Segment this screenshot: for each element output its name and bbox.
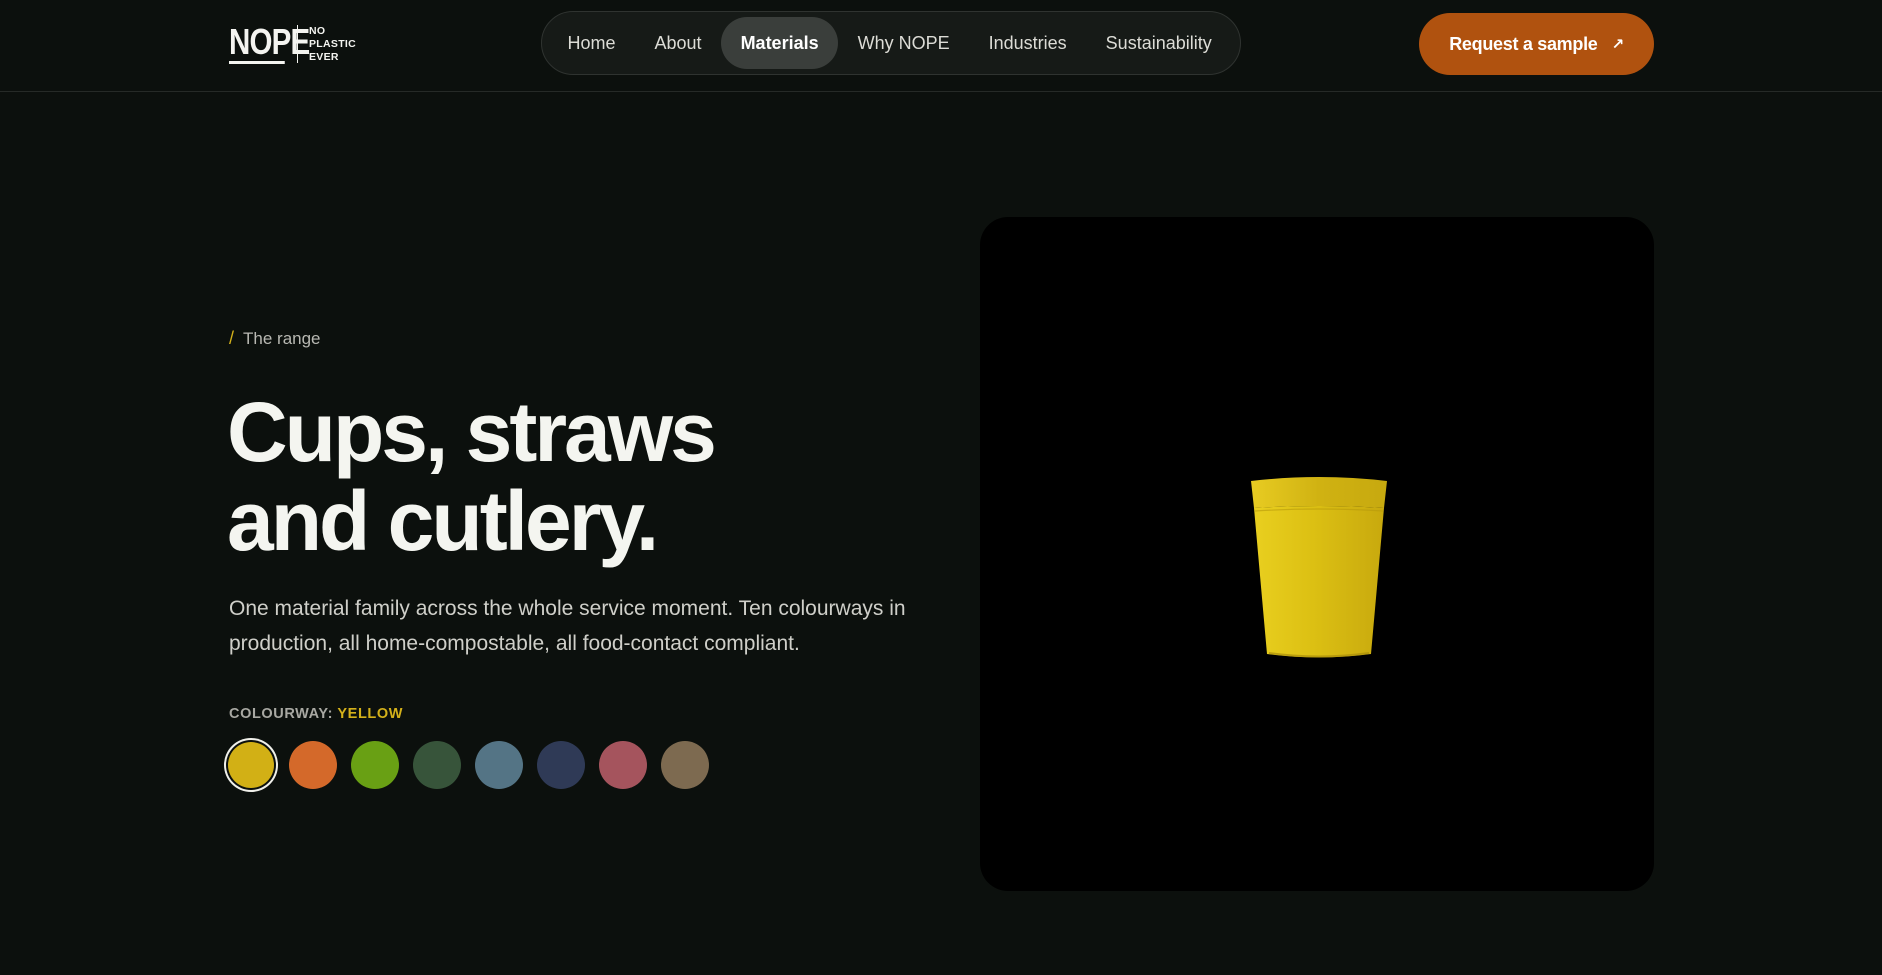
section-eyebrow: / The range — [229, 328, 321, 349]
swatch-orange[interactable] — [289, 741, 337, 789]
colourway-label-text: COLOURWAY: — [229, 706, 334, 722]
page: NOPE NO PLASTIC EVER Home About Material… — [0, 0, 1882, 975]
nav-item-materials[interactable]: Materials — [721, 17, 839, 69]
nav-item-about[interactable]: About — [635, 17, 721, 69]
request-sample-label: Request a sample — [1449, 33, 1598, 54]
yellow-cup-image — [1251, 477, 1387, 658]
swatch-forest[interactable] — [413, 741, 461, 789]
page-title: Cups, straws and cutlery. — [227, 388, 927, 566]
nav-item-industries[interactable]: Industries — [969, 17, 1086, 69]
request-sample-button[interactable]: Request a sample ↗ — [1419, 13, 1654, 75]
site-header: NOPE NO PLASTIC EVER Home About Material… — [0, 0, 1882, 92]
logo-tag-line: PLASTIC — [309, 37, 357, 50]
colourway-label: COLOURWAY: YELLOW — [229, 706, 403, 722]
nav-item-sustainability[interactable]: Sustainability — [1086, 17, 1231, 69]
swatch-rose[interactable] — [599, 741, 647, 789]
swatch-yellow[interactable] — [228, 742, 274, 788]
title-line: Cups, straws — [227, 385, 717, 479]
swatch-navy[interactable] — [537, 741, 585, 789]
logo-wordmark: NOPE — [229, 21, 310, 64]
hero-description: One material family across the whole ser… — [229, 597, 906, 655]
arrow-up-right-icon: ↗ — [1611, 36, 1624, 53]
main-nav: Home About Materials Why NOPE Industries… — [541, 11, 1241, 75]
swatch-slate-blue[interactable] — [475, 741, 523, 789]
title-line: and cutlery. — [227, 474, 659, 568]
nav-item-why-nope[interactable]: Why NOPE — [838, 17, 969, 69]
product-panel — [980, 217, 1654, 891]
logo[interactable]: NOPE NO PLASTIC EVER — [229, 24, 356, 64]
slash-icon: / — [229, 328, 235, 348]
logo-tagline: NO PLASTIC EVER — [309, 25, 356, 64]
swatch-taupe[interactable] — [661, 741, 709, 789]
logo-tag-line: EVER — [309, 50, 339, 63]
colour-swatches — [227, 741, 709, 789]
swatch-lime[interactable] — [351, 741, 399, 789]
logo-tag-line: NO — [309, 24, 326, 37]
nav-item-home[interactable]: Home — [548, 17, 635, 69]
colourway-value: YELLOW — [337, 706, 404, 722]
eyebrow-text: The range — [243, 328, 321, 348]
